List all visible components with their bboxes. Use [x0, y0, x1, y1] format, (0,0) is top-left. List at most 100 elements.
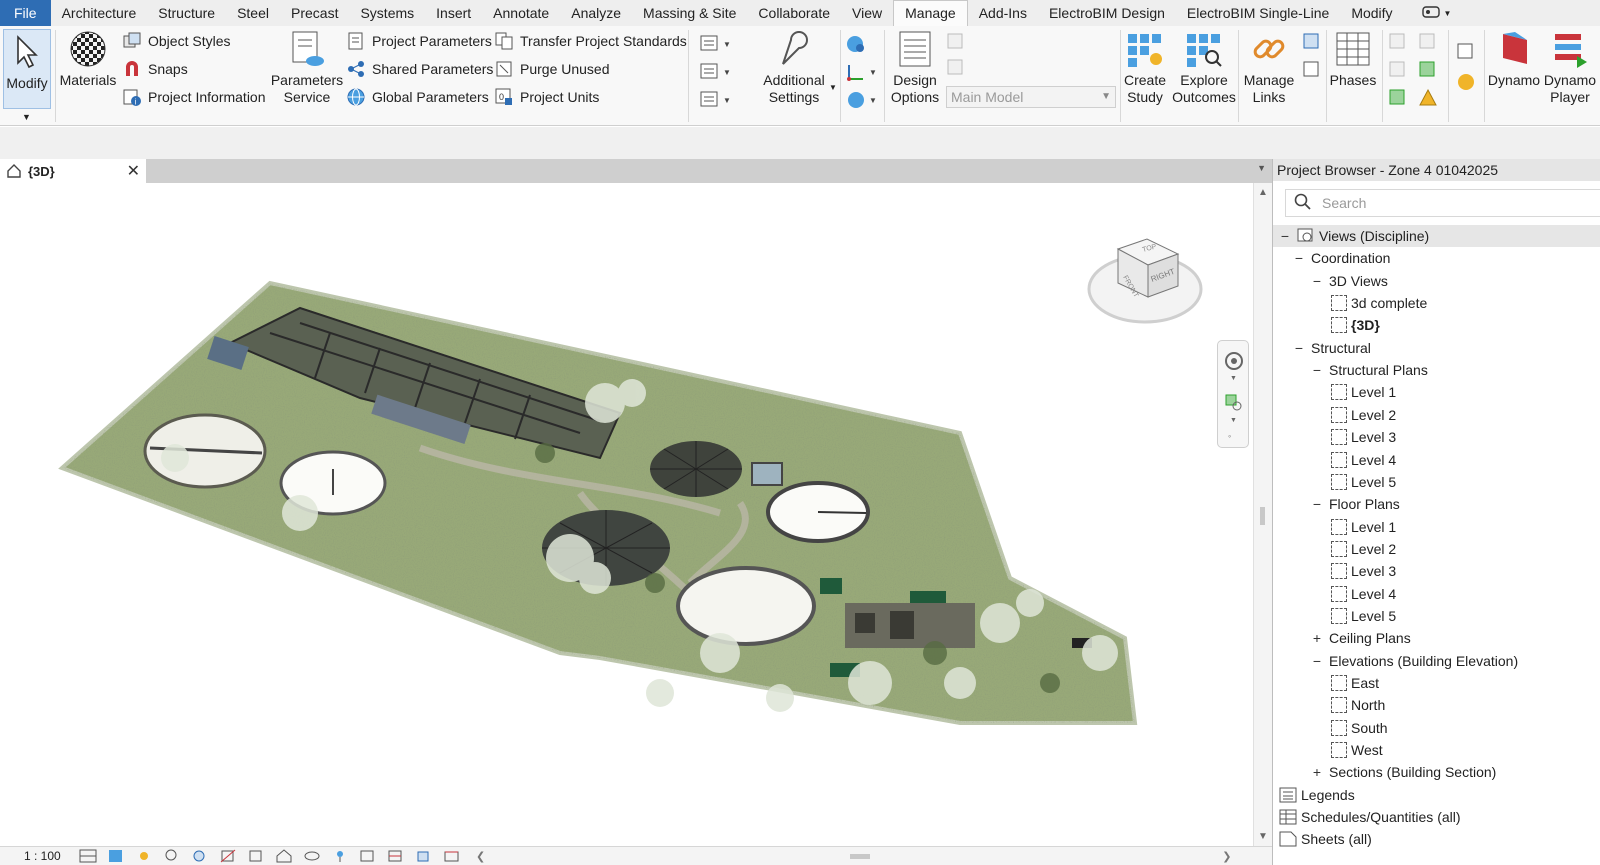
menu-tab-annotate[interactable]: Annotate: [482, 0, 560, 26]
snaps-button[interactable]: Snaps: [122, 56, 188, 82]
link-reload-icon[interactable]: [1302, 60, 1322, 88]
project-parameters-button[interactable]: Project Parameters: [346, 28, 492, 54]
steering-wheel-icon[interactable]: [1224, 351, 1244, 374]
menu-tab-analyze[interactable]: Analyze: [560, 0, 632, 26]
collapse-icon[interactable]: −: [1311, 496, 1323, 512]
visual-style-icon[interactable]: [107, 849, 125, 863]
additional-settings-button[interactable]: Additional Settings: [756, 29, 832, 106]
materials-button[interactable]: Materials: [58, 29, 118, 89]
dynamo-button[interactable]: Dynamo: [1486, 29, 1542, 89]
sun-path-icon[interactable]: [135, 849, 153, 863]
menu-tab-insert[interactable]: Insert: [425, 0, 482, 26]
expand-icon[interactable]: +: [1311, 764, 1323, 780]
menu-tab-structure[interactable]: Structure: [147, 0, 226, 26]
view-cube[interactable]: TOP FRONT RIGHT: [1087, 238, 1203, 324]
purge-unused-button[interactable]: Purge Unused: [494, 56, 610, 82]
browser-row-3d-views[interactable]: −3D Views: [1311, 270, 1388, 292]
unlocked-3d-icon[interactable]: [275, 849, 293, 863]
detail-level-icon[interactable]: [79, 849, 97, 863]
browser-row-level-3[interactable]: Level 3: [1331, 560, 1396, 582]
crop-region-icon[interactable]: [247, 849, 265, 863]
menu-tab-modify[interactable]: Modify: [1340, 0, 1403, 26]
highlight-displacement-icon[interactable]: [415, 849, 433, 863]
browser-row-level-5[interactable]: Level 5: [1331, 605, 1396, 627]
browser-row-structural-plans[interactable]: − Structural Plans: [1311, 359, 1428, 381]
link-cad-icon[interactable]: [1302, 32, 1322, 60]
scroll-thumb[interactable]: [1260, 507, 1265, 525]
browser-row-floor-plans[interactable]: − Floor Plans: [1311, 493, 1400, 515]
modify-button[interactable]: Modify: [3, 29, 51, 109]
global-parameters-button[interactable]: Global Parameters: [346, 84, 489, 110]
temporary-hide-icon[interactable]: [303, 849, 321, 863]
tab-list-dropdown[interactable]: ▼: [1257, 163, 1266, 173]
collapse-icon[interactable]: −: [1279, 228, 1291, 244]
phases-button[interactable]: Phases: [1328, 29, 1378, 89]
scroll-up-icon[interactable]: ▲: [1258, 187, 1268, 198]
design-options-button[interactable]: Design Options: [887, 29, 943, 106]
crop-view-icon[interactable]: [219, 849, 237, 863]
menu-tab-systems[interactable]: Systems: [349, 0, 425, 26]
menu-tab-architecture[interactable]: Architecture: [51, 0, 148, 26]
browser-row-structural[interactable]: − Structural: [1293, 337, 1371, 359]
scroll-right-icon[interactable]: ❯: [1222, 850, 1231, 863]
browser-row-legends[interactable]: Legends: [1279, 784, 1355, 806]
menu-tab-massing-site[interactable]: Massing & Site: [632, 0, 747, 26]
view-tab-3d[interactable]: {3D} ✕: [0, 159, 146, 183]
3d-viewport[interactable]: TOP FRONT RIGHT: [0, 183, 1253, 846]
browser-row-level-1[interactable]: Level 1: [1331, 381, 1396, 403]
view-scale[interactable]: 1 : 100: [0, 849, 74, 863]
shared-parameters-button[interactable]: Shared Parameters: [346, 56, 493, 82]
dynamo-player-button[interactable]: Dynamo Player: [1542, 29, 1598, 106]
temporary-view-properties-icon[interactable]: [359, 849, 377, 863]
macro-manager-icon[interactable]: [1456, 42, 1476, 72]
settings-dropdown-3[interactable]: ▼: [700, 86, 731, 114]
menu-tab-manage[interactable]: Manage: [893, 0, 968, 26]
reveal-constraints-icon[interactable]: [443, 849, 461, 863]
browser-row-3d[interactable]: {3D}: [1331, 314, 1380, 336]
explore-outcomes-button[interactable]: Explore Outcomes: [1172, 29, 1236, 106]
load-selection-icon[interactable]: [1388, 60, 1408, 88]
collapse-icon[interactable]: −: [1311, 362, 1323, 378]
create-study-button[interactable]: Create Study: [1120, 29, 1170, 106]
ids-of-selection-icon[interactable]: [1418, 32, 1438, 60]
location-globe-icon[interactable]: [846, 30, 877, 58]
menu-tab-add-ins[interactable]: Add-Ins: [968, 0, 1038, 26]
browser-row-sections-building-section[interactable]: + Sections (Building Section): [1311, 761, 1496, 783]
browser-row-level-2[interactable]: Level 2: [1331, 404, 1396, 426]
browser-row-views-discipline[interactable]: − Views (Discipline): [1273, 225, 1600, 247]
parameters-service-button[interactable]: Parameters Service: [271, 29, 343, 106]
browser-row-elevations-building-elevation[interactable]: − Elevations (Building Elevation): [1311, 650, 1518, 672]
collapse-icon[interactable]: −: [1293, 250, 1305, 266]
add-to-set-icon[interactable]: [946, 32, 966, 58]
reveal-hidden-icon[interactable]: [331, 849, 349, 863]
point-cloud-site-model[interactable]: TOP FRONT RIGHT: [0, 183, 1253, 846]
collapse-icon[interactable]: −: [1311, 653, 1323, 669]
edit-selection-icon[interactable]: [1388, 88, 1408, 116]
browser-row-level-4[interactable]: Level 4: [1331, 449, 1396, 471]
settings-dropdown-1[interactable]: ▼: [700, 30, 731, 58]
manage-links-button[interactable]: Manage Links: [1240, 29, 1298, 106]
menu-tab-collaborate[interactable]: Collaborate: [747, 0, 841, 26]
navbar-options[interactable]: ◦: [1228, 431, 1231, 441]
menu-tab-precast[interactable]: Precast: [280, 0, 349, 26]
browser-row-level-1[interactable]: Level 1: [1331, 516, 1396, 538]
browser-row-3d-complete[interactable]: 3d complete: [1331, 292, 1427, 314]
browser-row-north[interactable]: North: [1331, 694, 1385, 716]
shadows-icon[interactable]: [163, 849, 181, 863]
menu-tab-file[interactable]: File: [0, 0, 51, 26]
horizontal-scroll-thumb[interactable]: [850, 853, 871, 859]
project-information-button[interactable]: i Project Information: [122, 84, 266, 110]
browser-row-coordination[interactable]: − Coordination: [1293, 247, 1390, 269]
steering-dropdown[interactable]: ▼: [1230, 375, 1237, 382]
browser-row-level-3[interactable]: Level 3: [1331, 426, 1396, 448]
zoom-region-icon[interactable]: [1224, 393, 1244, 416]
select-saved-icon[interactable]: [1388, 32, 1408, 60]
menu-tab-view[interactable]: View: [841, 0, 893, 26]
design-option-combo[interactable]: Main Model ▼: [946, 86, 1116, 108]
select-by-id-icon[interactable]: [1418, 60, 1438, 88]
analytical-model-icon[interactable]: [387, 849, 405, 863]
zoom-dropdown[interactable]: ▼: [1230, 417, 1237, 424]
vertical-scrollbar[interactable]: ▲ ▼: [1253, 183, 1272, 846]
scroll-left-icon[interactable]: ❮: [476, 850, 485, 863]
browser-row-level-2[interactable]: Level 2: [1331, 538, 1396, 560]
